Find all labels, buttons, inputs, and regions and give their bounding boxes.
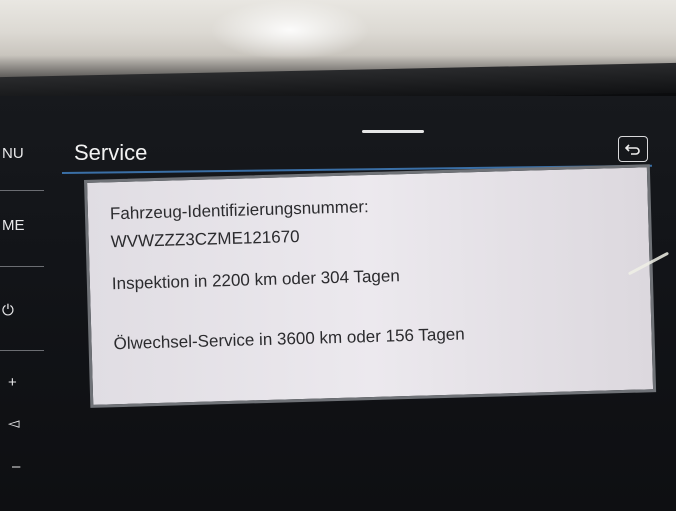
- plus-icon: +: [8, 374, 17, 391]
- page-title: Service: [74, 140, 148, 165]
- power-button[interactable]: ⏻: [0, 302, 48, 319]
- volume-icon: ◅: [8, 415, 20, 432]
- light-glare: [210, 0, 370, 60]
- sidebar-divider: [0, 190, 44, 191]
- pull-down-handle[interactable]: [362, 130, 424, 133]
- volume-down-button[interactable]: –: [10, 458, 58, 475]
- minus-icon: –: [12, 458, 21, 475]
- back-arrow-icon: [625, 144, 640, 155]
- power-icon: ⏻: [2, 302, 14, 319]
- oil-service-due: Ölwechsel-Service in 3600 km oder 156 Ta…: [113, 324, 465, 354]
- sidebar-item-label: ME: [2, 217, 25, 234]
- volume-indicator: ◅: [6, 414, 54, 432]
- vin-value: WVWZZZ3CZME121670: [110, 227, 300, 252]
- back-button[interactable]: [618, 136, 648, 162]
- sidebar-item-menu[interactable]: NU: [0, 145, 48, 162]
- sidebar-item-label: NU: [2, 145, 24, 162]
- service-info-panel: Fahrzeug-Identifizierungsnummer: WVWZZZ3…: [84, 164, 657, 408]
- sidebar-divider: [0, 350, 44, 351]
- sidebar-divider: [0, 266, 44, 267]
- vin-label: Fahrzeug-Identifizierungsnummer:: [109, 197, 370, 224]
- inspection-due: Inspektion in 2200 km oder 304 Tagen: [111, 266, 401, 294]
- sidebar-item-home[interactable]: ME: [0, 217, 48, 234]
- volume-up-button[interactable]: +: [6, 374, 54, 391]
